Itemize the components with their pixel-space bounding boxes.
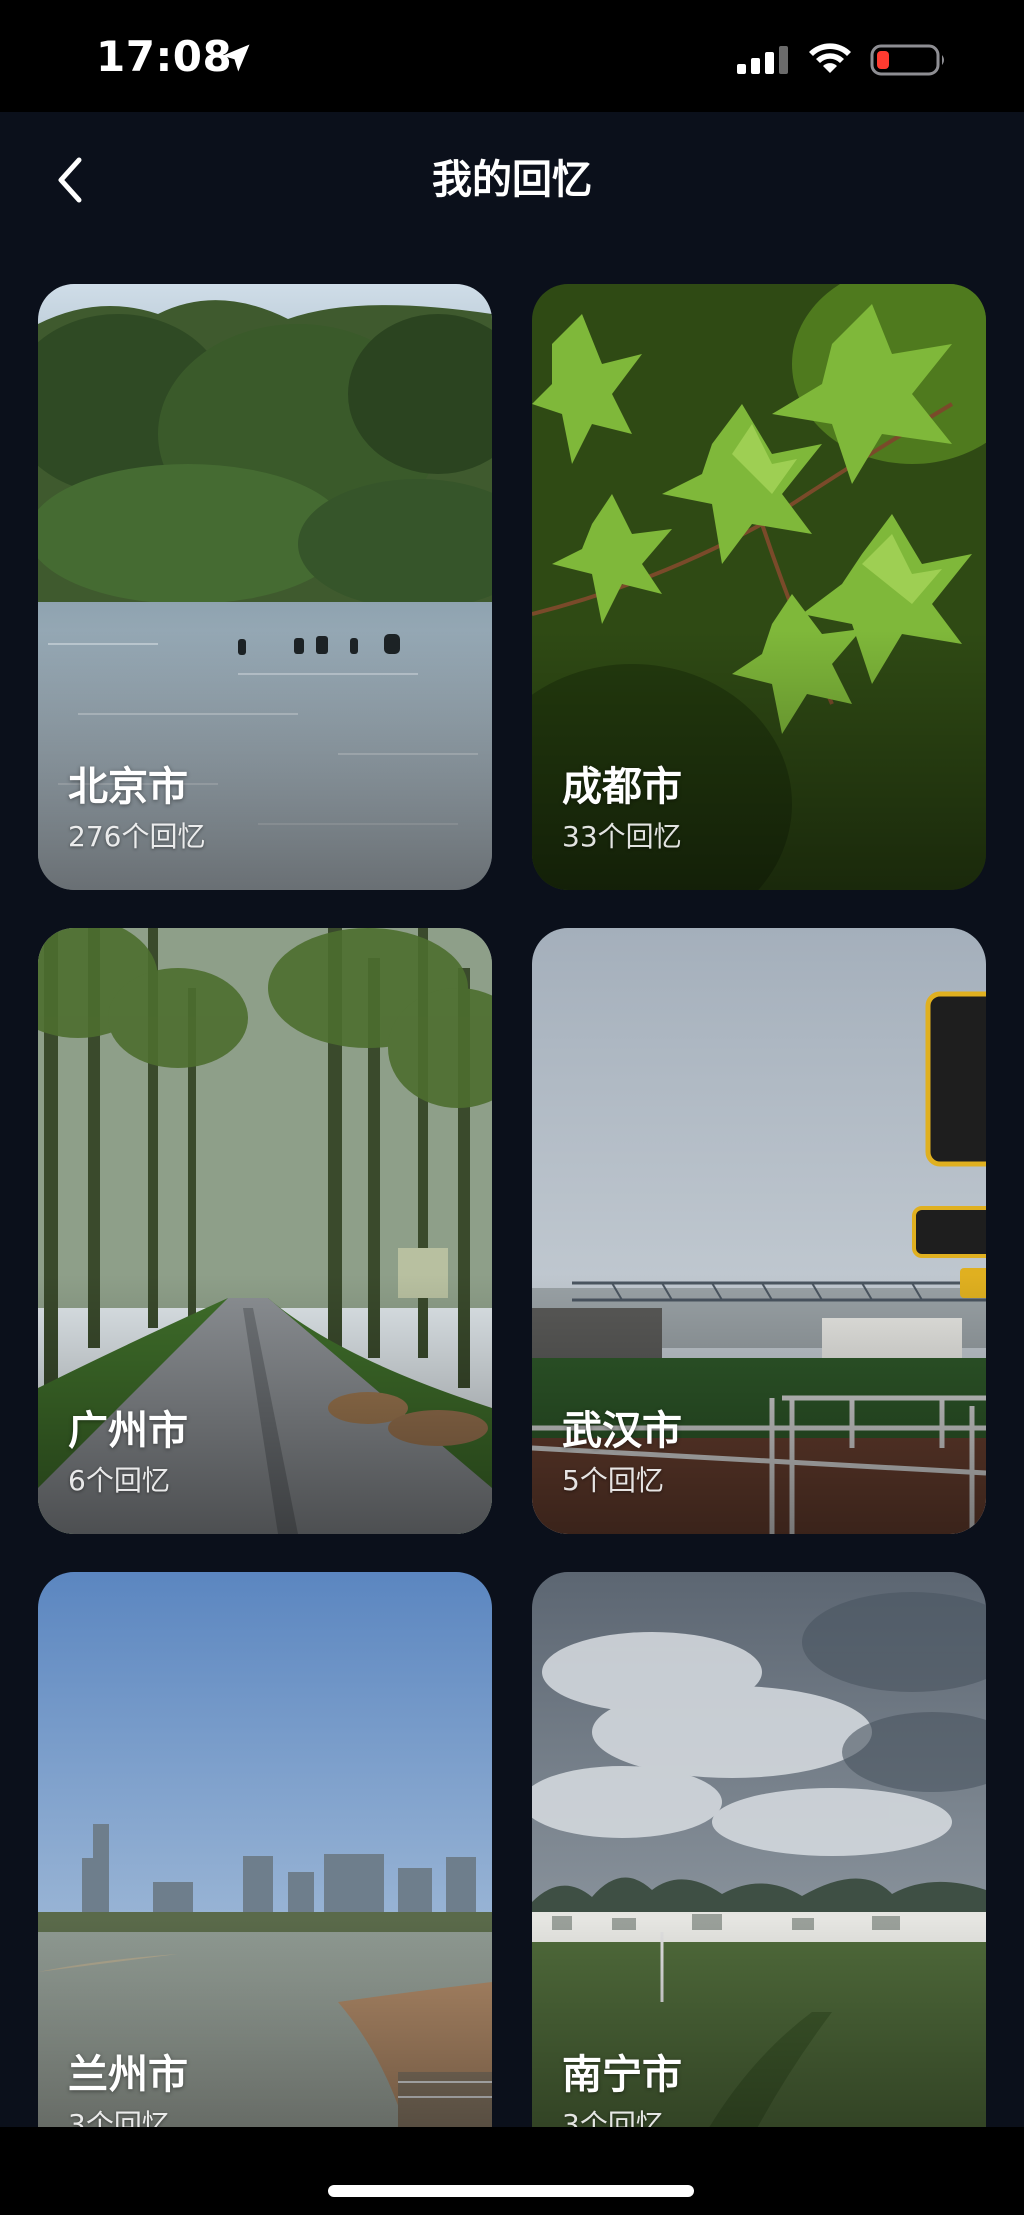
wifi-icon (809, 43, 851, 73)
page-title: 我的回忆 (432, 157, 592, 203)
card-city-name: 北京市 (68, 764, 188, 810)
card-city-name: 广州市 (68, 1408, 188, 1454)
memory-card-wuhan[interactable]: 武汉市 5个回忆 (532, 928, 986, 1534)
navigation-bar: 我的回忆 (0, 112, 1024, 248)
home-indicator[interactable] (328, 2185, 694, 2197)
status-bar: 17:08 (0, 0, 1024, 112)
card-city-name: 兰州市 (68, 2052, 188, 2098)
card-city-name: 南宁市 (562, 2052, 682, 2098)
location-arrow-icon (222, 44, 250, 72)
home-indicator-area (0, 2127, 1024, 2215)
cellular-signal-icon (737, 46, 788, 74)
memory-card-chengdu[interactable]: 成都市 33个回忆 (532, 284, 986, 890)
battery-low-icon (870, 44, 944, 76)
memory-card-nanning[interactable]: 南宁市 3个回忆 (532, 1572, 986, 2127)
card-memory-count: 5个回忆 (562, 1464, 664, 1497)
card-memory-count: 3个回忆 (562, 2108, 664, 2127)
memory-card-beijing[interactable]: 北京市 276个回忆 (38, 284, 492, 890)
status-time: 17:08 (96, 32, 233, 81)
card-memory-count: 3个回忆 (68, 2108, 170, 2127)
memory-card-guangzhou[interactable]: 广州市 6个回忆 (38, 928, 492, 1534)
memories-screen: 我的回忆 北京市 276个回忆 成都市 33个回忆 广州市 6个回忆 武汉市 5… (0, 112, 1024, 2127)
card-memory-count: 276个回忆 (68, 820, 206, 853)
card-memory-count: 6个回忆 (68, 1464, 170, 1497)
card-memory-count: 33个回忆 (562, 820, 682, 853)
memory-card-lanzhou[interactable]: 兰州市 3个回忆 (38, 1572, 492, 2127)
card-city-name: 武汉市 (562, 1408, 682, 1454)
card-city-name: 成都市 (562, 764, 682, 810)
